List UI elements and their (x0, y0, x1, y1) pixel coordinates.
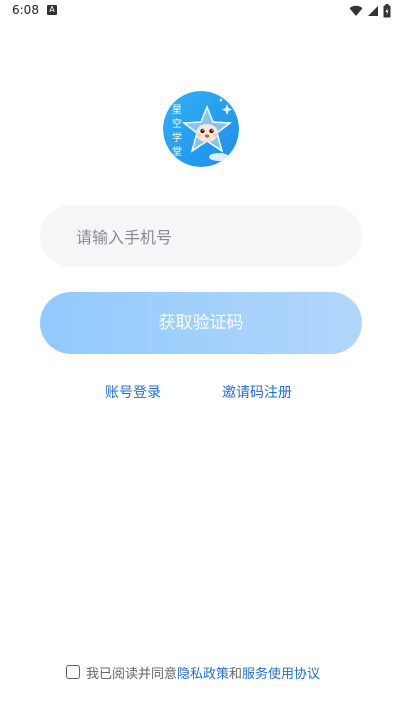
logo-char-2: 空 (172, 117, 182, 130)
agreement-prefix: 我已阅读并同意 (86, 666, 178, 682)
agreement-checkbox[interactable] (66, 665, 80, 679)
logo-char-4: 堂 (172, 146, 182, 158)
get-code-button[interactable]: 获取验证码 (40, 292, 362, 354)
battery-icon (383, 4, 391, 18)
logo-char-1: 星 (172, 104, 182, 116)
status-time: 6:08 (12, 3, 39, 17)
invite-register-link[interactable]: 邀请码注册 (222, 382, 292, 402)
service-agreement-link[interactable]: 服务使用协议 (242, 663, 320, 682)
signal-icon (368, 6, 378, 16)
privacy-policy-link[interactable]: 隐私政策 (177, 663, 229, 682)
status-bar: 6:08 A (0, 0, 403, 24)
phone-input-container (40, 205, 362, 269)
agreement-row: 我已阅读并同意 隐私政策 和 服务使用协议 (66, 662, 320, 682)
account-login-link[interactable]: 账号登录 (105, 382, 161, 402)
status-icons (349, 4, 391, 18)
agreement-conjunction: 和 (229, 666, 243, 682)
app-logo: 星 空 学 堂 (163, 91, 239, 167)
wifi-icon (349, 5, 363, 17)
phone-input[interactable] (74, 205, 348, 269)
logo-char-3: 学 (172, 131, 182, 144)
notification-a-icon: A (47, 5, 57, 15)
mascot-logo-icon: 星 空 学 堂 (163, 91, 239, 167)
